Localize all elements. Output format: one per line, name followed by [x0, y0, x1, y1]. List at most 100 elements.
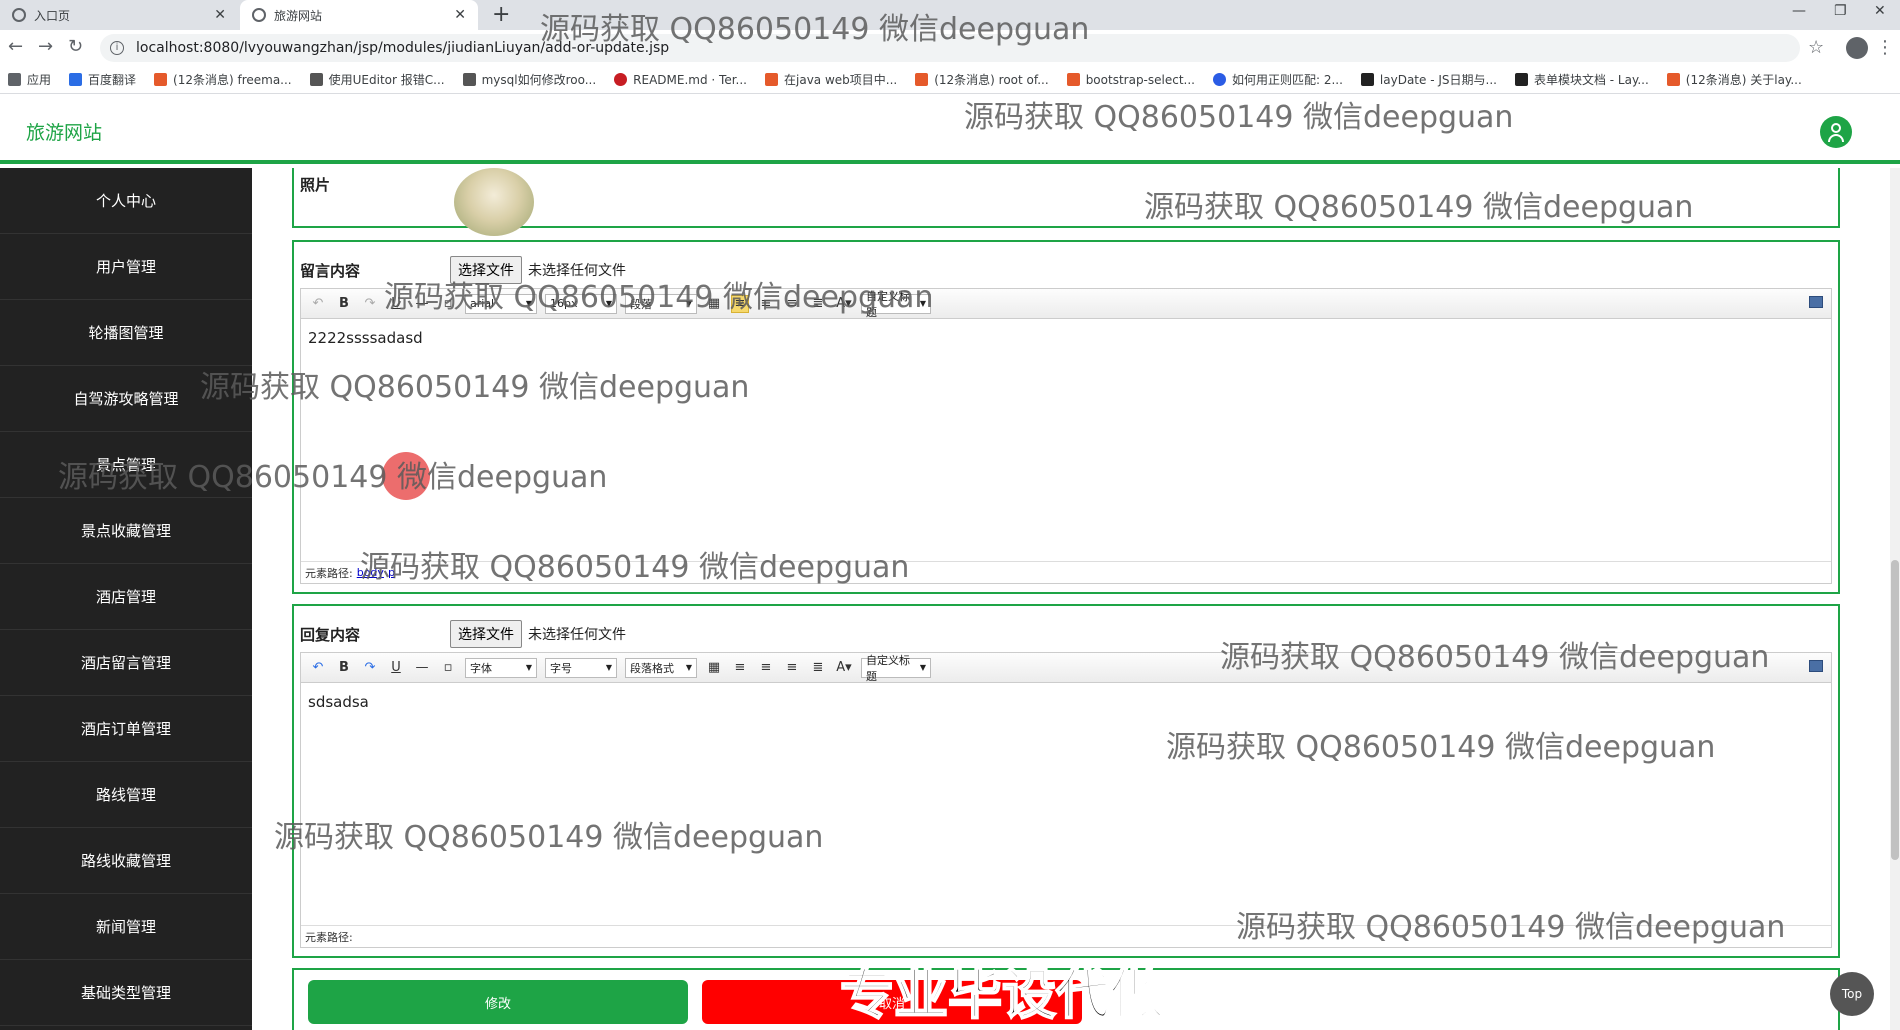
bold-icon[interactable]: B: [335, 295, 353, 313]
chevron-down-icon: ▼: [605, 299, 612, 308]
custom-title-select[interactable]: 自定义标题 ▼: [861, 654, 931, 683]
bookmark-item[interactable]: (12条消息) 关于lay...: [1666, 71, 1802, 88]
csdn-icon: [765, 73, 778, 86]
reply-editor: ↶ B ↷ U — ▫ 字体 ▼ 字号 ▼ 段落格式 ▼ ▦ ≡ ≡ ≡ ≣ A▾ 自…: [300, 652, 1832, 948]
redo-icon[interactable]: ↷: [361, 295, 379, 313]
underline-icon[interactable]: U: [387, 295, 405, 313]
custom-title-select[interactable]: 自定义标题 ▼: [861, 290, 931, 319]
paragraph-select[interactable]: 段落 ▼: [625, 293, 697, 314]
align-justify-icon[interactable]: ≣: [809, 659, 827, 677]
sidebar-item-news[interactable]: 新闻管理: [0, 894, 252, 960]
align-left-icon[interactable]: ≡: [731, 659, 749, 677]
align-right-icon[interactable]: ≡: [783, 295, 801, 313]
close-icon[interactable]: ✕: [214, 7, 226, 23]
align-justify-icon[interactable]: ≣: [809, 295, 827, 313]
align-center-icon[interactable]: ≡: [757, 295, 775, 313]
bookmark-item[interactable]: (12条消息) root of...: [915, 71, 1049, 88]
bookmark-item[interactable]: 百度翻译: [69, 71, 136, 88]
back-to-top-button[interactable]: Top: [1830, 972, 1874, 1016]
bookmark-item[interactable]: bootstrap-select...: [1066, 73, 1195, 87]
font-color-icon[interactable]: A▾: [835, 295, 853, 313]
sidebar-item-hotel-messages[interactable]: 酒店留言管理: [0, 630, 252, 696]
sidebar-item-hotel-orders[interactable]: 酒店订单管理: [0, 696, 252, 762]
horizontal-rule-icon[interactable]: —: [413, 659, 431, 677]
back-icon[interactable]: ←: [8, 36, 23, 57]
app-title[interactable]: 旅游网站: [26, 118, 102, 145]
minimize-icon[interactable]: —: [1792, 3, 1806, 19]
sidebar-item-users[interactable]: 用户管理: [0, 234, 252, 300]
bookmark-item[interactable]: 表单模块文档 - Lay...: [1514, 71, 1649, 88]
font-family-select[interactable]: 字体 ▼: [465, 657, 537, 678]
restore-icon[interactable]: ❐: [1834, 3, 1847, 19]
message-choose-file-button[interactable]: 选择文件: [450, 256, 522, 284]
undo-icon[interactable]: ↶: [309, 659, 327, 677]
chevron-down-icon: ▼: [919, 663, 926, 672]
bookmark-item[interactable]: 如何用正则匹配: 2...: [1212, 71, 1343, 88]
font-size-select[interactable]: 16px ▼: [545, 293, 617, 314]
fullscreen-icon[interactable]: [1809, 296, 1823, 308]
info-icon: i: [110, 41, 124, 55]
sidebar-item-road-trip-guides[interactable]: 自驾游攻略管理: [0, 366, 252, 432]
sidebar-item-hotels[interactable]: 酒店管理: [0, 564, 252, 630]
bookmark-item[interactable]: 应用: [8, 71, 51, 88]
reply-edit-area[interactable]: sdsadsa: [301, 683, 1831, 925]
bold-icon[interactable]: B: [335, 659, 353, 677]
sidebar-item-route-favorites[interactable]: 路线收藏管理: [0, 828, 252, 894]
table-icon[interactable]: ▦: [705, 295, 723, 313]
reply-file-status: 未选择任何文件: [528, 627, 626, 643]
chevron-down-icon: ▼: [525, 299, 532, 308]
align-left-icon[interactable]: ≡: [731, 294, 749, 313]
message-editor-statusbar: 元素路径: body p: [301, 561, 1831, 583]
size-value: 16px: [550, 297, 578, 310]
sidebar-item-base-types[interactable]: 基础类型管理: [0, 960, 252, 1026]
close-icon[interactable]: ✕: [454, 7, 466, 23]
sidebar-item-carousel[interactable]: 轮播图管理: [0, 300, 252, 366]
tab-entry-page[interactable]: 入口页 ✕: [0, 0, 238, 30]
scrollbar-thumb[interactable]: [1891, 560, 1899, 860]
message-edit-area[interactable]: 2222ssssadasd: [301, 319, 1831, 561]
bookmark-item[interactable]: 使用UEditor 报错C...: [309, 71, 445, 88]
paragraph-select[interactable]: 段落格式 ▼: [625, 657, 697, 678]
font-size-select[interactable]: 字号 ▼: [545, 657, 617, 678]
bookmark-item[interactable]: mysql如何修改roo...: [462, 71, 596, 88]
element-path-p[interactable]: p: [388, 566, 395, 579]
fullscreen-icon[interactable]: [1809, 660, 1823, 672]
sidebar-item-attraction-favorites[interactable]: 景点收藏管理: [0, 498, 252, 564]
reload-icon[interactable]: ↻: [68, 36, 83, 57]
sidebar-item-routes[interactable]: 路线管理: [0, 762, 252, 828]
user-avatar[interactable]: [1820, 116, 1852, 148]
bookmark-item[interactable]: layDate - JS日期与...: [1360, 71, 1497, 88]
tab-title: 旅游网站: [274, 8, 323, 23]
element-path-body[interactable]: body: [357, 566, 384, 579]
clear-format-icon[interactable]: ▫: [439, 295, 457, 313]
star-icon[interactable]: ☆: [1808, 37, 1824, 58]
globe-icon: [12, 8, 26, 22]
align-right-icon[interactable]: ≡: [783, 659, 801, 677]
new-tab-icon[interactable]: +: [492, 2, 510, 27]
url-input[interactable]: i localhost:8080/lvyouwangzhan/jsp/modul…: [100, 34, 1800, 62]
close-window-icon[interactable]: ✕: [1874, 3, 1886, 19]
save-button[interactable]: 修改: [308, 980, 688, 1024]
bookmark-item[interactable]: 在java web项目中...: [765, 71, 897, 88]
align-center-icon[interactable]: ≡: [757, 659, 775, 677]
forward-icon[interactable]: →: [38, 36, 53, 57]
bookmark-item[interactable]: README.md · Ter...: [614, 73, 747, 87]
layui-icon: [1360, 73, 1374, 86]
horizontal-rule-icon[interactable]: —: [413, 295, 431, 313]
underline-icon[interactable]: U: [387, 659, 405, 677]
sidebar-item-attractions[interactable]: 景点管理: [0, 432, 252, 498]
reply-choose-file-button[interactable]: 选择文件: [450, 620, 522, 648]
clear-format-icon[interactable]: ▫: [439, 659, 457, 677]
sidebar-item-personal-center[interactable]: 个人中心: [0, 168, 252, 234]
kebab-menu-icon[interactable]: ⋮: [1876, 37, 1894, 58]
undo-icon[interactable]: ↶: [309, 295, 327, 313]
font-family-select[interactable]: arial ▼: [465, 293, 537, 314]
bookmark-item[interactable]: (12条消息) freema...: [154, 71, 292, 88]
tab-travel-site[interactable]: 旅游网站 ✕: [240, 0, 478, 30]
reply-file-row: 选择文件 未选择任何文件: [450, 620, 626, 648]
font-color-icon[interactable]: A▾: [835, 659, 853, 677]
redo-icon[interactable]: ↷: [361, 659, 379, 677]
photo-thumbnail[interactable]: [454, 168, 534, 236]
profile-icon[interactable]: [1846, 37, 1868, 59]
table-icon[interactable]: ▦: [705, 659, 723, 677]
